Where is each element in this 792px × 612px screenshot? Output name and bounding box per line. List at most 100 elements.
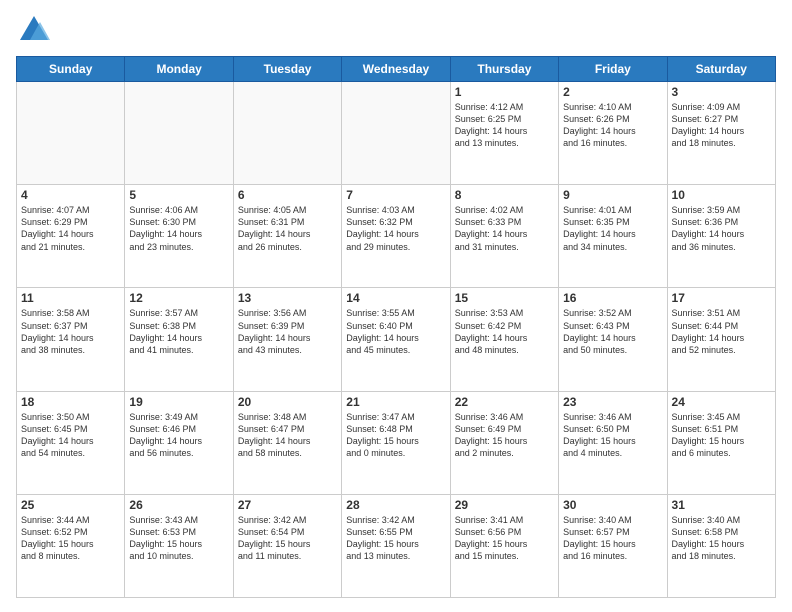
- day-cell: 6 Sunrise: 4:05 AM Sunset: 6:31 PM Daylig…: [233, 185, 341, 288]
- day-header-wednesday: Wednesday: [342, 57, 450, 82]
- day-cell: 21 Sunrise: 3:47 AM Sunset: 6:48 PM Dayli…: [342, 391, 450, 494]
- day-cell: 15 Sunrise: 3:53 AM Sunset: 6:42 PM Dayli…: [450, 288, 558, 391]
- day-number: 20: [238, 395, 337, 409]
- day-number: 19: [129, 395, 228, 409]
- logo-icon: [16, 12, 52, 48]
- day-number: 23: [563, 395, 662, 409]
- day-number: 4: [21, 188, 120, 202]
- day-info: Sunrise: 3:41 AM Sunset: 6:56 PM Dayligh…: [455, 514, 554, 563]
- day-cell: [17, 82, 125, 185]
- day-cell: 14 Sunrise: 3:55 AM Sunset: 6:40 PM Dayli…: [342, 288, 450, 391]
- day-header-thursday: Thursday: [450, 57, 558, 82]
- day-number: 30: [563, 498, 662, 512]
- day-number: 21: [346, 395, 445, 409]
- day-info: Sunrise: 3:46 AM Sunset: 6:49 PM Dayligh…: [455, 411, 554, 460]
- week-row-5: 25Sunrise: 3:44 AM Sunset: 6:52 PM Dayli…: [17, 494, 776, 597]
- day-cell: 25Sunrise: 3:44 AM Sunset: 6:52 PM Dayli…: [17, 494, 125, 597]
- day-info: Sunrise: 3:40 AM Sunset: 6:58 PM Dayligh…: [672, 514, 771, 563]
- day-info: Sunrise: 3:58 AM Sunset: 6:37 PM Dayligh…: [21, 307, 120, 356]
- day-info: Sunrise: 3:51 AM Sunset: 6:44 PM Dayligh…: [672, 307, 771, 356]
- day-number: 16: [563, 291, 662, 305]
- day-info: Sunrise: 3:40 AM Sunset: 6:57 PM Dayligh…: [563, 514, 662, 563]
- day-info: Sunrise: 3:44 AM Sunset: 6:52 PM Dayligh…: [21, 514, 120, 563]
- day-cell: 8 Sunrise: 4:02 AM Sunset: 6:33 PM Daylig…: [450, 185, 558, 288]
- day-number: 31: [672, 498, 771, 512]
- day-info: Sunrise: 3:48 AM Sunset: 6:47 PM Dayligh…: [238, 411, 337, 460]
- day-cell: 22 Sunrise: 3:46 AM Sunset: 6:49 PM Dayli…: [450, 391, 558, 494]
- week-row-2: 4 Sunrise: 4:07 AM Sunset: 6:29 PM Daylig…: [17, 185, 776, 288]
- day-number: 24: [672, 395, 771, 409]
- day-number: 26: [129, 498, 228, 512]
- day-info: Sunrise: 3:53 AM Sunset: 6:42 PM Dayligh…: [455, 307, 554, 356]
- day-number: 6: [238, 188, 337, 202]
- day-number: 12: [129, 291, 228, 305]
- day-info: Sunrise: 3:42 AM Sunset: 6:55 PM Dayligh…: [346, 514, 445, 563]
- day-info: Sunrise: 4:12 AM Sunset: 6:25 PM Dayligh…: [455, 101, 554, 150]
- day-cell: 12 Sunrise: 3:57 AM Sunset: 6:38 PM Dayli…: [125, 288, 233, 391]
- day-header-saturday: Saturday: [667, 57, 775, 82]
- day-number: 1: [455, 85, 554, 99]
- day-info: Sunrise: 3:57 AM Sunset: 6:38 PM Dayligh…: [129, 307, 228, 356]
- day-info: Sunrise: 3:59 AM Sunset: 6:36 PM Dayligh…: [672, 204, 771, 253]
- day-number: 13: [238, 291, 337, 305]
- day-info: Sunrise: 3:47 AM Sunset: 6:48 PM Dayligh…: [346, 411, 445, 460]
- day-info: Sunrise: 4:02 AM Sunset: 6:33 PM Dayligh…: [455, 204, 554, 253]
- day-cell: 29 Sunrise: 3:41 AM Sunset: 6:56 PM Dayli…: [450, 494, 558, 597]
- day-info: Sunrise: 3:49 AM Sunset: 6:46 PM Dayligh…: [129, 411, 228, 460]
- day-header-monday: Monday: [125, 57, 233, 82]
- day-cell: 26 Sunrise: 3:43 AM Sunset: 6:53 PM Dayli…: [125, 494, 233, 597]
- day-info: Sunrise: 3:52 AM Sunset: 6:43 PM Dayligh…: [563, 307, 662, 356]
- day-number: 8: [455, 188, 554, 202]
- calendar-table: SundayMondayTuesdayWednesdayThursdayFrid…: [16, 56, 776, 598]
- day-cell: 27Sunrise: 3:42 AM Sunset: 6:54 PM Dayli…: [233, 494, 341, 597]
- day-cell: 9 Sunrise: 4:01 AM Sunset: 6:35 PM Daylig…: [559, 185, 667, 288]
- page: SundayMondayTuesdayWednesdayThursdayFrid…: [0, 0, 792, 612]
- day-cell: 13 Sunrise: 3:56 AM Sunset: 6:39 PM Dayli…: [233, 288, 341, 391]
- day-number: 7: [346, 188, 445, 202]
- day-number: 29: [455, 498, 554, 512]
- day-number: 14: [346, 291, 445, 305]
- day-info: Sunrise: 3:46 AM Sunset: 6:50 PM Dayligh…: [563, 411, 662, 460]
- day-number: 10: [672, 188, 771, 202]
- day-number: 15: [455, 291, 554, 305]
- day-info: Sunrise: 4:03 AM Sunset: 6:32 PM Dayligh…: [346, 204, 445, 253]
- header: [16, 12, 776, 48]
- day-number: 2: [563, 85, 662, 99]
- day-cell: 4 Sunrise: 4:07 AM Sunset: 6:29 PM Daylig…: [17, 185, 125, 288]
- day-cell: 30 Sunrise: 3:40 AM Sunset: 6:57 PM Dayli…: [559, 494, 667, 597]
- day-cell: 23 Sunrise: 3:46 AM Sunset: 6:50 PM Dayli…: [559, 391, 667, 494]
- day-info: Sunrise: 4:01 AM Sunset: 6:35 PM Dayligh…: [563, 204, 662, 253]
- day-info: Sunrise: 4:09 AM Sunset: 6:27 PM Dayligh…: [672, 101, 771, 150]
- day-cell: 18Sunrise: 3:50 AM Sunset: 6:45 PM Dayli…: [17, 391, 125, 494]
- week-row-4: 18Sunrise: 3:50 AM Sunset: 6:45 PM Dayli…: [17, 391, 776, 494]
- calendar-header: SundayMondayTuesdayWednesdayThursdayFrid…: [17, 57, 776, 82]
- day-info: Sunrise: 3:45 AM Sunset: 6:51 PM Dayligh…: [672, 411, 771, 460]
- day-number: 9: [563, 188, 662, 202]
- week-row-3: 11 Sunrise: 3:58 AM Sunset: 6:37 PM Dayli…: [17, 288, 776, 391]
- day-number: 22: [455, 395, 554, 409]
- day-info: Sunrise: 4:07 AM Sunset: 6:29 PM Dayligh…: [21, 204, 120, 253]
- day-number: 5: [129, 188, 228, 202]
- day-number: 27: [238, 498, 337, 512]
- day-cell: 20 Sunrise: 3:48 AM Sunset: 6:47 PM Dayli…: [233, 391, 341, 494]
- day-cell: [342, 82, 450, 185]
- week-row-1: 1 Sunrise: 4:12 AM Sunset: 6:25 PM Daylig…: [17, 82, 776, 185]
- day-number: 17: [672, 291, 771, 305]
- day-cell: 1 Sunrise: 4:12 AM Sunset: 6:25 PM Daylig…: [450, 82, 558, 185]
- day-cell: 2Sunrise: 4:10 AM Sunset: 6:26 PM Daylig…: [559, 82, 667, 185]
- day-cell: 17 Sunrise: 3:51 AM Sunset: 6:44 PM Dayli…: [667, 288, 775, 391]
- day-info: Sunrise: 3:55 AM Sunset: 6:40 PM Dayligh…: [346, 307, 445, 356]
- day-cell: 10 Sunrise: 3:59 AM Sunset: 6:36 PM Dayli…: [667, 185, 775, 288]
- logo: [16, 12, 56, 48]
- day-info: Sunrise: 3:43 AM Sunset: 6:53 PM Dayligh…: [129, 514, 228, 563]
- day-info: Sunrise: 3:56 AM Sunset: 6:39 PM Dayligh…: [238, 307, 337, 356]
- day-cell: [233, 82, 341, 185]
- day-info: Sunrise: 4:06 AM Sunset: 6:30 PM Dayligh…: [129, 204, 228, 253]
- day-number: 11: [21, 291, 120, 305]
- day-info: Sunrise: 3:50 AM Sunset: 6:45 PM Dayligh…: [21, 411, 120, 460]
- day-header-sunday: Sunday: [17, 57, 125, 82]
- day-info: Sunrise: 4:05 AM Sunset: 6:31 PM Dayligh…: [238, 204, 337, 253]
- day-cell: 28Sunrise: 3:42 AM Sunset: 6:55 PM Dayli…: [342, 494, 450, 597]
- day-cell: 19 Sunrise: 3:49 AM Sunset: 6:46 PM Dayli…: [125, 391, 233, 494]
- day-cell: 5 Sunrise: 4:06 AM Sunset: 6:30 PM Daylig…: [125, 185, 233, 288]
